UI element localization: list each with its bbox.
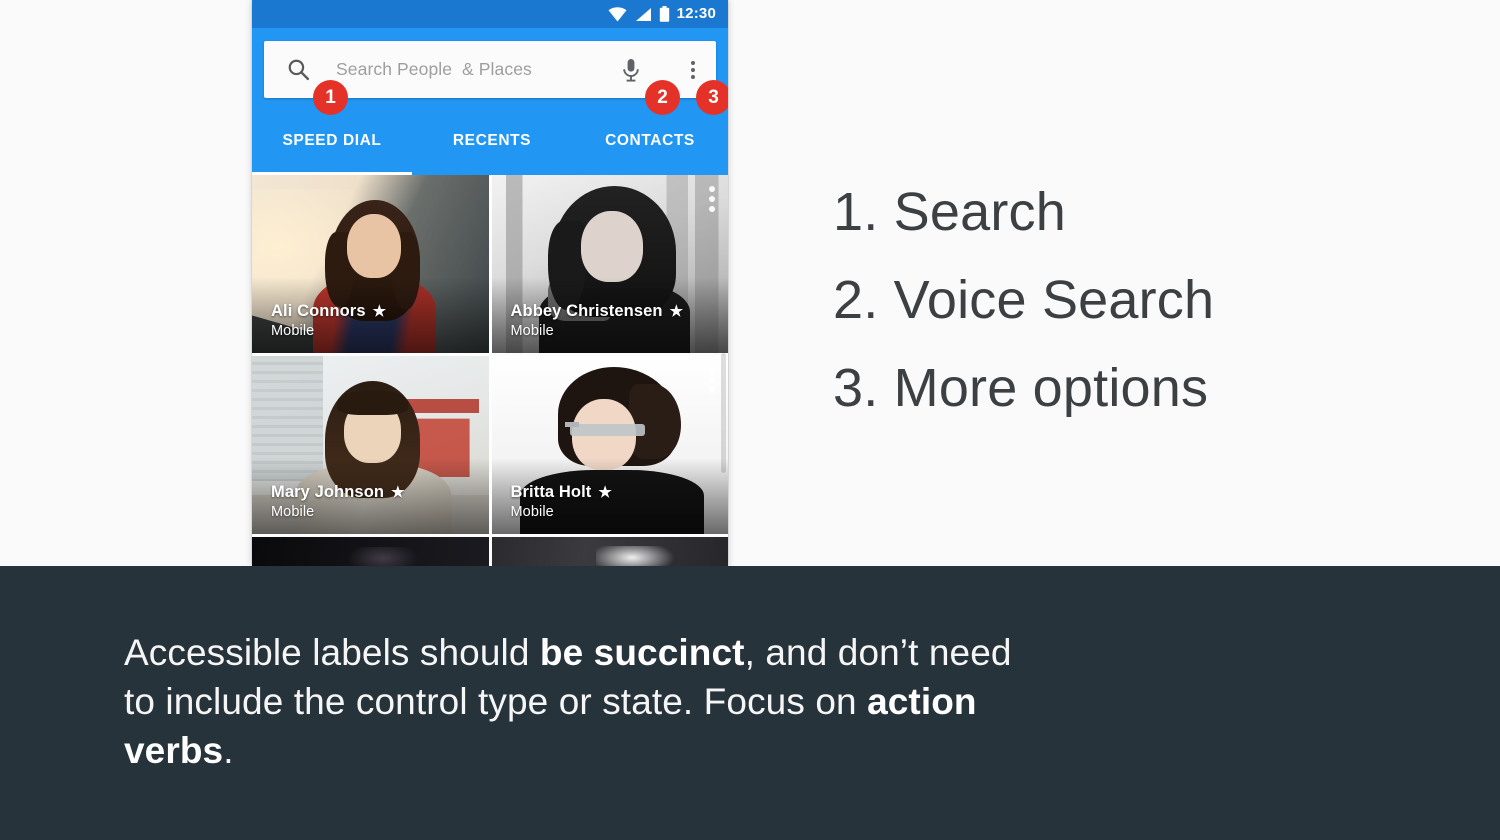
grid-row-partial xyxy=(252,537,728,567)
legend-item-1: 1. Search xyxy=(833,182,1066,242)
tab-speed-dial[interactable]: SPEED DIAL xyxy=(252,129,412,175)
tab-contacts[interactable]: CONTACTS xyxy=(572,129,728,175)
tab-speed-dial-label: SPEED DIAL xyxy=(282,132,382,149)
contact-tile-partial-right[interactable] xyxy=(491,537,728,567)
phone-mockup: 12:30 Search People & Places 1 2 3 SPEED… xyxy=(252,0,728,567)
contact-name: Abbey Christensen xyxy=(510,302,663,320)
legend-item-3: 3. More options xyxy=(833,358,1209,418)
caption-run: Accessible labels should xyxy=(124,632,540,673)
contact-subtitle: Mobile xyxy=(271,323,315,339)
tile-more-options-icon[interactable] xyxy=(709,367,715,393)
search-icon[interactable] xyxy=(286,57,311,82)
favorite-star-icon: ★ xyxy=(669,303,684,320)
app-bar: Search People & Places 1 2 3 SPEED DIAL … xyxy=(252,28,728,175)
callout-badge-1: 1 xyxy=(313,80,348,115)
vertical-scrollbar[interactable] xyxy=(721,353,726,473)
contact-tile-britta-holt[interactable]: Britta Holt ★ Mobile xyxy=(491,356,728,534)
tab-contacts-label: CONTACTS xyxy=(605,132,695,149)
signal-icon xyxy=(635,7,651,21)
caption-run: . xyxy=(223,730,234,771)
contact-meta: Abbey Christensen ★ Mobile xyxy=(511,302,684,339)
contact-tile-mary-johnson[interactable]: Mary Johnson ★ Mobile xyxy=(252,356,489,534)
caption-emphasis: be succinct xyxy=(539,632,745,673)
contact-meta: Britta Holt ★ Mobile xyxy=(511,483,612,520)
contact-subtitle: Mobile xyxy=(510,323,554,339)
tab-recents-label: RECENTS xyxy=(452,132,532,149)
screenshot-stage: 12:30 Search People & Places 1 2 3 SPEED… xyxy=(0,0,1500,840)
callout-badge-2: 2 xyxy=(645,80,680,115)
callout-legend: 1. Search 2. Voice Search 3. More option… xyxy=(833,168,1393,432)
contact-name-row: Britta Holt ★ xyxy=(511,483,612,502)
contact-tile-ali-connors[interactable]: Ali Connors ★ Mobile xyxy=(252,175,489,353)
favorite-star-icon: ★ xyxy=(372,303,387,320)
grid-row: Mary Johnson ★ Mobile Britta Holt ★ Mobi… xyxy=(252,356,728,534)
callout-badge-3: 3 xyxy=(696,80,728,115)
caption-bar: Accessible labels should be succinct, an… xyxy=(0,566,1500,840)
caption-text: Accessible labels should be succinct, an… xyxy=(124,628,1024,775)
contact-subtitle: Mobile xyxy=(510,504,554,520)
wifi-icon xyxy=(608,6,627,21)
legend-item-2: 2. Voice Search xyxy=(833,270,1215,330)
contact-name: Ali Connors xyxy=(271,302,366,320)
contact-name-row: Abbey Christensen ★ xyxy=(511,302,684,321)
contact-photo xyxy=(491,537,728,567)
tab-recents[interactable]: RECENTS xyxy=(412,129,572,175)
favorite-star-icon: ★ xyxy=(391,484,405,501)
search-input-placeholder[interactable]: Search People & Places xyxy=(336,59,616,80)
status-bar: 12:30 xyxy=(252,0,728,28)
contact-tile-partial-left[interactable] xyxy=(252,537,489,567)
contact-meta: Mary Johnson ★ Mobile xyxy=(271,483,405,520)
tile-more-options-icon[interactable] xyxy=(709,186,715,212)
contact-name-row: Ali Connors ★ xyxy=(271,302,386,321)
grid-row: Ali Connors ★ Mobile Abbey Christensen ★… xyxy=(252,175,728,353)
battery-icon xyxy=(659,6,669,22)
contact-subtitle: Mobile xyxy=(271,504,315,520)
microphone-icon[interactable] xyxy=(616,57,646,83)
speed-dial-grid: Ali Connors ★ Mobile Abbey Christensen ★… xyxy=(252,175,728,567)
contact-tile-abbey-christensen[interactable]: Abbey Christensen ★ Mobile xyxy=(491,175,728,353)
contact-meta: Ali Connors ★ Mobile xyxy=(271,302,386,339)
favorite-star-icon: ★ xyxy=(598,484,612,501)
tab-bar: SPEED DIAL RECENTS CONTACTS xyxy=(252,115,728,175)
contact-name: Mary Johnson xyxy=(271,483,385,501)
contact-photo xyxy=(252,537,489,567)
contact-name-row: Mary Johnson ★ xyxy=(271,483,405,502)
status-bar-time: 12:30 xyxy=(676,5,716,22)
contact-name: Britta Holt xyxy=(510,483,592,501)
